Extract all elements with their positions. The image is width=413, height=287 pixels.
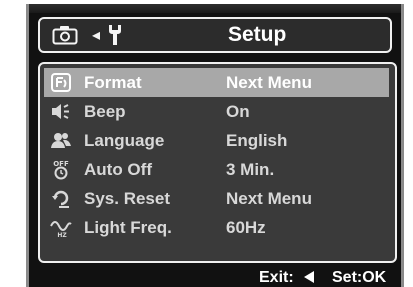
setup-menu-list: Format Next Menu Beep On Language Englis…	[38, 62, 397, 263]
menu-item-value: 3 Min.	[226, 160, 275, 179]
people-icon	[51, 133, 71, 148]
reset-icon	[52, 190, 69, 208]
menu-item-value: English	[226, 131, 288, 150]
button-hints: Exit: Set:OK	[29, 266, 401, 287]
speaker-icon	[52, 104, 69, 119]
left-arrow-icon	[304, 271, 314, 283]
menu-item-value: Next Menu	[226, 73, 312, 92]
format-icon	[51, 73, 71, 92]
menu-item-value: 60Hz	[226, 218, 266, 237]
frequency-icon: HZ	[50, 221, 72, 238]
menu-item-label: Sys. Reset	[84, 189, 170, 208]
menu-header: ◂ Setup	[38, 17, 392, 53]
menu-item-auto-off[interactable]: OFF Auto Off 3 Min.	[44, 155, 389, 184]
top-strip	[29, 4, 401, 13]
menu-item-label: Format	[84, 73, 142, 92]
exit-hint-label: Exit:	[259, 269, 294, 286]
wrench-icon[interactable]	[106, 24, 124, 46]
tab-left-arrow-icon[interactable]: ◂	[92, 25, 100, 45]
menu-item-beep[interactable]: Beep On	[44, 97, 389, 126]
menu-item-format[interactable]: Format Next Menu	[44, 68, 389, 97]
menu-item-label: Auto Off	[84, 160, 152, 179]
menu-item-value: Next Menu	[226, 189, 312, 208]
camera-screen: ◂ Setup Format Next Menu Beep On Languag…	[26, 4, 404, 287]
menu-item-language[interactable]: Language English	[44, 126, 389, 155]
menu-item-light-freq[interactable]: HZ Light Freq. 60Hz	[44, 213, 389, 242]
menu-item-label: Beep	[84, 102, 126, 121]
menu-item-label: Language	[84, 131, 165, 150]
hz-icon-text: HZ	[57, 232, 67, 238]
menu-item-value: On	[226, 102, 250, 121]
set-hint-label: Set:OK	[332, 269, 387, 286]
auto-off-icon: OFF	[53, 160, 69, 180]
menu-item-label: Light Freq.	[84, 218, 172, 237]
page-title: Setup	[228, 23, 287, 46]
camera-icon[interactable]	[52, 25, 78, 45]
menu-item-sys-reset[interactable]: Sys. Reset Next Menu	[44, 184, 389, 213]
